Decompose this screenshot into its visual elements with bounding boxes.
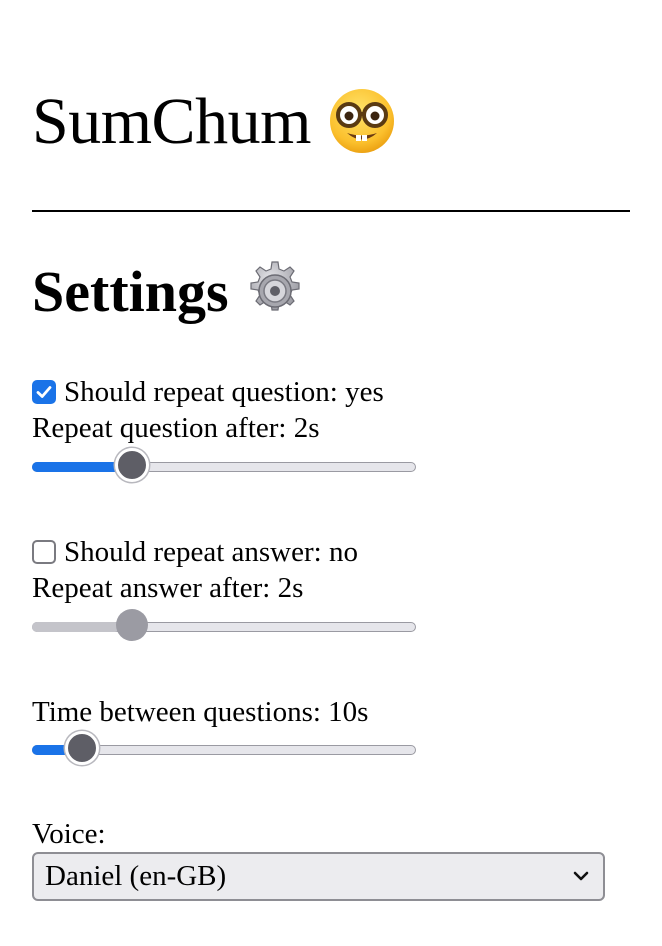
repeat-question-delay-label: Repeat question after: 2s bbox=[32, 412, 320, 444]
repeat-answer-row: Should repeat answer: no bbox=[32, 534, 358, 570]
repeat-answer-slider[interactable] bbox=[32, 607, 416, 647]
repeat-answer-label: Should repeat answer: no bbox=[64, 536, 358, 568]
voice-select-value: Daniel (en-GB) bbox=[45, 860, 227, 892]
voice-select[interactable]: Daniel (en-GB) bbox=[32, 852, 605, 901]
header-divider bbox=[32, 210, 630, 212]
checkmark-icon bbox=[36, 386, 52, 398]
repeat-question-label: Should repeat question: yes bbox=[64, 376, 384, 408]
slider-thumb[interactable] bbox=[65, 731, 99, 765]
repeat-question-checkbox[interactable] bbox=[32, 380, 56, 404]
repeat-question-row: Should repeat question: yes bbox=[32, 374, 384, 410]
chevron-down-icon bbox=[573, 871, 589, 881]
slider-thumb[interactable] bbox=[115, 448, 149, 482]
slider-fill bbox=[32, 462, 120, 472]
gear-icon bbox=[243, 259, 307, 336]
settings-title: Settings bbox=[32, 256, 307, 336]
repeat-answer-delay-label: Repeat answer after: 2s bbox=[32, 572, 304, 604]
time-between-slider[interactable] bbox=[32, 730, 416, 770]
voice-label: Voice: bbox=[32, 818, 106, 850]
nerd-face-icon bbox=[327, 86, 397, 169]
repeat-question-slider[interactable] bbox=[32, 447, 416, 487]
slider-fill bbox=[32, 622, 120, 632]
settings-title-text: Settings bbox=[32, 259, 229, 324]
repeat-answer-checkbox[interactable] bbox=[32, 540, 56, 564]
app-title: SumChum bbox=[32, 82, 397, 169]
slider-thumb[interactable] bbox=[116, 609, 148, 641]
app-title-text: SumChum bbox=[32, 85, 311, 158]
time-between-label: Time between questions: 10s bbox=[32, 696, 369, 728]
